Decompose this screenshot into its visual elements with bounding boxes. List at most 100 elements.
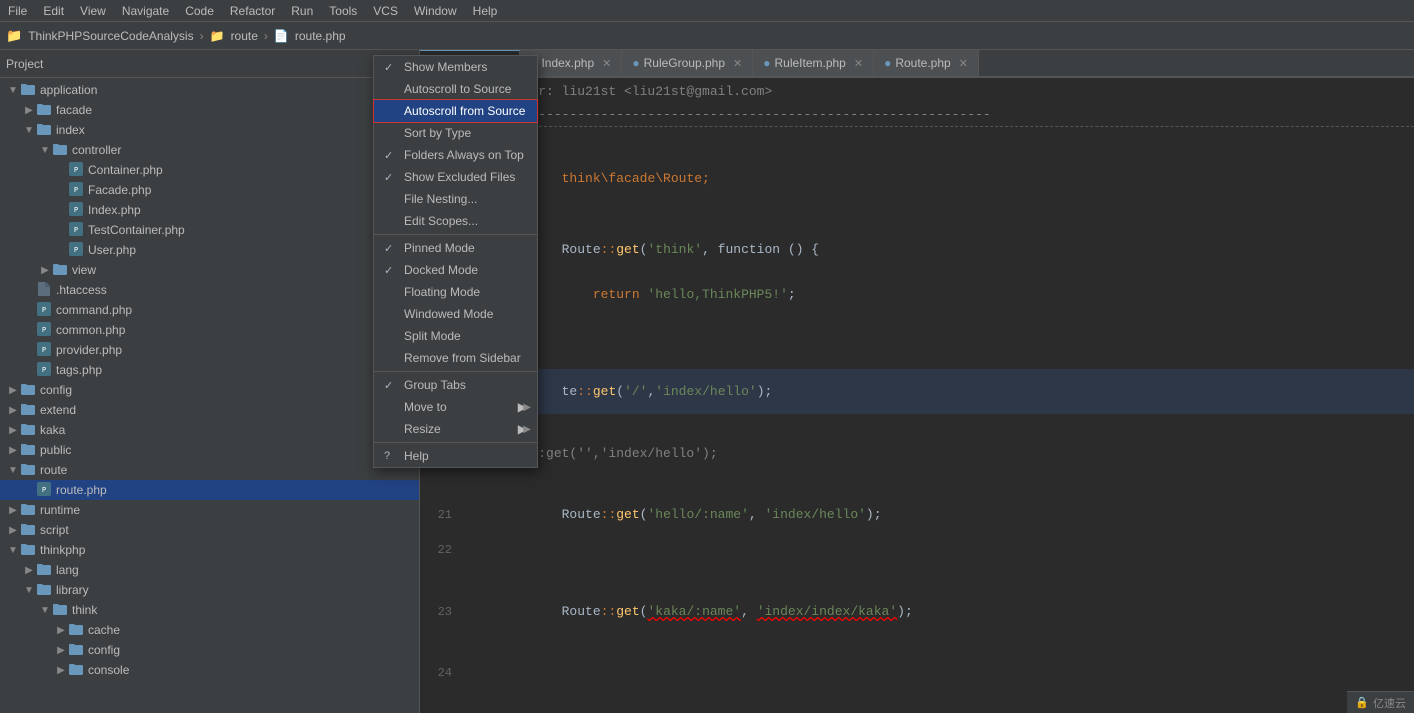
- tab-close-index[interactable]: ✕: [602, 57, 611, 70]
- tree-item-command-php[interactable]: Pcommand.php: [0, 300, 419, 320]
- breadcrumb-project[interactable]: ThinkPHPSourceCodeAnalysis: [28, 29, 193, 43]
- folder-icon: [36, 563, 52, 578]
- tree-item-Facade-php[interactable]: PFacade.php: [0, 180, 419, 200]
- tree-item-Container-php[interactable]: PContainer.php: [0, 160, 419, 180]
- tree-item-extend[interactable]: ▶extend: [0, 400, 419, 420]
- menu-autoscroll-from[interactable]: Autoscroll from Source: [374, 100, 537, 122]
- menu-file[interactable]: File: [0, 2, 35, 20]
- tree-item-TestContainer-php[interactable]: PTestContainer.php: [0, 220, 419, 240]
- code-editor[interactable]: * Author: liu21st <liu21st@gmail.com> * …: [420, 78, 1414, 713]
- tree-item-lang[interactable]: ▶lang: [0, 560, 419, 580]
- menu-edit-scopes-label: Edit Scopes...: [404, 214, 527, 228]
- menu-navigate[interactable]: Navigate: [114, 2, 177, 20]
- tree-item-controller[interactable]: ▼controller: [0, 140, 419, 160]
- menu-window[interactable]: Window: [406, 2, 465, 20]
- tree-item-index[interactable]: ▼index: [0, 120, 419, 140]
- tab-close-rulegroup[interactable]: ✕: [733, 57, 742, 70]
- tree-item-label: public: [40, 443, 71, 457]
- tab-route-class-php[interactable]: ● Route.php ✕: [874, 50, 979, 76]
- menu-windowed-mode-label: Windowed Mode: [404, 307, 527, 321]
- menu-run[interactable]: Run: [283, 2, 321, 20]
- menu-vcs[interactable]: VCS: [365, 2, 406, 20]
- tree-item-route-php[interactable]: Proute.php: [0, 480, 419, 500]
- tree-arrow: ▼: [22, 585, 36, 596]
- menu-split-mode[interactable]: Split Mode: [374, 325, 537, 347]
- tree-item-script[interactable]: ▶script: [0, 520, 419, 540]
- tree-item-console[interactable]: ▶console: [0, 660, 419, 680]
- menu-code[interactable]: Code: [177, 2, 222, 20]
- tree-item-common-php[interactable]: Pcommon.php: [0, 320, 419, 340]
- logo-text: 亿速云: [1373, 695, 1406, 711]
- tree-item-label: tags.php: [56, 363, 102, 377]
- tree-item-route[interactable]: ▼route: [0, 460, 419, 480]
- menu-file-nesting[interactable]: File Nesting...: [374, 188, 537, 210]
- menu-refactor[interactable]: Refactor: [222, 2, 283, 20]
- check-show-members: ✓: [384, 61, 398, 74]
- code-line-21: 21 Route::get('hello/:name', 'index/hell…: [420, 492, 1414, 537]
- tree-item-User-php[interactable]: P User.php: [0, 240, 419, 260]
- folder-icon: [20, 463, 36, 478]
- menu-windowed-mode[interactable]: Windowed Mode: [374, 303, 537, 325]
- menu-floating-mode[interactable]: Floating Mode: [374, 281, 537, 303]
- tab-ruleitem-php[interactable]: ● RuleItem.php ✕: [753, 50, 874, 76]
- tree-item-thinkphp[interactable]: ▼thinkphp: [0, 540, 419, 560]
- tree-item-think[interactable]: ▼think: [0, 600, 419, 620]
- php-file-icon: P: [36, 302, 52, 319]
- tree-item-tags-php[interactable]: Ptags.php: [0, 360, 419, 380]
- menu-group-tabs[interactable]: ✓ Group Tabs: [374, 374, 537, 396]
- tree-arrow: ▼: [6, 465, 20, 476]
- tree-item-provider-php[interactable]: Pprovider.php: [0, 340, 419, 360]
- tree-item-view[interactable]: ▶view: [0, 260, 419, 280]
- tree-item-label: User.php: [88, 243, 136, 257]
- code-line: [420, 686, 1414, 712]
- tree-item-config[interactable]: ▶config: [0, 380, 419, 400]
- svg-text:P: P: [74, 226, 78, 234]
- code-line: [420, 201, 1414, 227]
- menu-tools[interactable]: Tools: [321, 2, 365, 20]
- tree-item-application[interactable]: ▼application: [0, 80, 419, 100]
- menu-sort-by-type[interactable]: Sort by Type: [374, 122, 537, 144]
- tab-close-route-class[interactable]: ✕: [959, 57, 968, 70]
- tree-item-kaka[interactable]: ▶kaka: [0, 420, 419, 440]
- tree-item-public[interactable]: ▶public: [0, 440, 419, 460]
- php-file-icon: P: [68, 202, 84, 219]
- tree-item-facade[interactable]: ▶facade: [0, 100, 419, 120]
- menu-view[interactable]: View: [72, 2, 114, 20]
- tab-close-ruleitem[interactable]: ✕: [854, 57, 863, 70]
- menu-move-to[interactable]: Move to ▶: [374, 396, 537, 418]
- menu-folders-on-top[interactable]: ✓ Folders Always on Top: [374, 144, 537, 166]
- code-line: [420, 130, 1414, 156]
- tree-item-label: thinkphp: [40, 543, 85, 557]
- tree-item-label: Container.php: [88, 163, 163, 177]
- menu-help[interactable]: ? Help: [374, 445, 537, 467]
- tab-label-index: Index.php: [541, 56, 594, 70]
- tree-arrow: ▶: [22, 565, 36, 576]
- menu-pinned-mode[interactable]: ✓ Pinned Mode: [374, 237, 537, 259]
- tree-item-Index-php[interactable]: PIndex.php: [0, 200, 419, 220]
- menu-show-members[interactable]: ✓ Show Members: [374, 56, 537, 78]
- svg-text:P: P: [42, 326, 46, 334]
- tree-item--htaccess[interactable]: .htaccess: [0, 280, 419, 300]
- php-file-icon: P: [68, 222, 84, 239]
- breadcrumb-folder[interactable]: route: [231, 29, 258, 43]
- php-file-icon: P: [68, 242, 84, 259]
- php-file-icon: P: [36, 482, 52, 499]
- menu-remove-sidebar[interactable]: Remove from Sidebar: [374, 347, 537, 369]
- menu-autoscroll-to[interactable]: Autoscroll to Source: [374, 78, 537, 100]
- menu-edit[interactable]: Edit: [35, 2, 72, 20]
- breadcrumb-file[interactable]: route.php: [295, 29, 346, 43]
- folder-icon: [20, 383, 36, 398]
- menu-folders-on-top-label: Folders Always on Top: [404, 148, 527, 162]
- menu-resize[interactable]: Resize ▶: [374, 418, 537, 440]
- menu-docked-mode[interactable]: ✓ Docked Mode: [374, 259, 537, 281]
- tree-item-library[interactable]: ▼library: [0, 580, 419, 600]
- tree-arrow: ▼: [38, 605, 52, 616]
- tree-item-cache[interactable]: ▶cache: [0, 620, 419, 640]
- menu-help[interactable]: Help: [465, 2, 506, 20]
- menu-edit-scopes[interactable]: Edit Scopes...: [374, 210, 537, 232]
- tree-item-config[interactable]: ▶config: [0, 640, 419, 660]
- menu-show-excluded[interactable]: ✓ Show Excluded Files: [374, 166, 537, 188]
- tree-item-runtime[interactable]: ▶runtime: [0, 500, 419, 520]
- php-file-icon: P: [68, 182, 84, 199]
- tab-rulegroup-php[interactable]: ● RuleGroup.php ✕: [622, 50, 753, 76]
